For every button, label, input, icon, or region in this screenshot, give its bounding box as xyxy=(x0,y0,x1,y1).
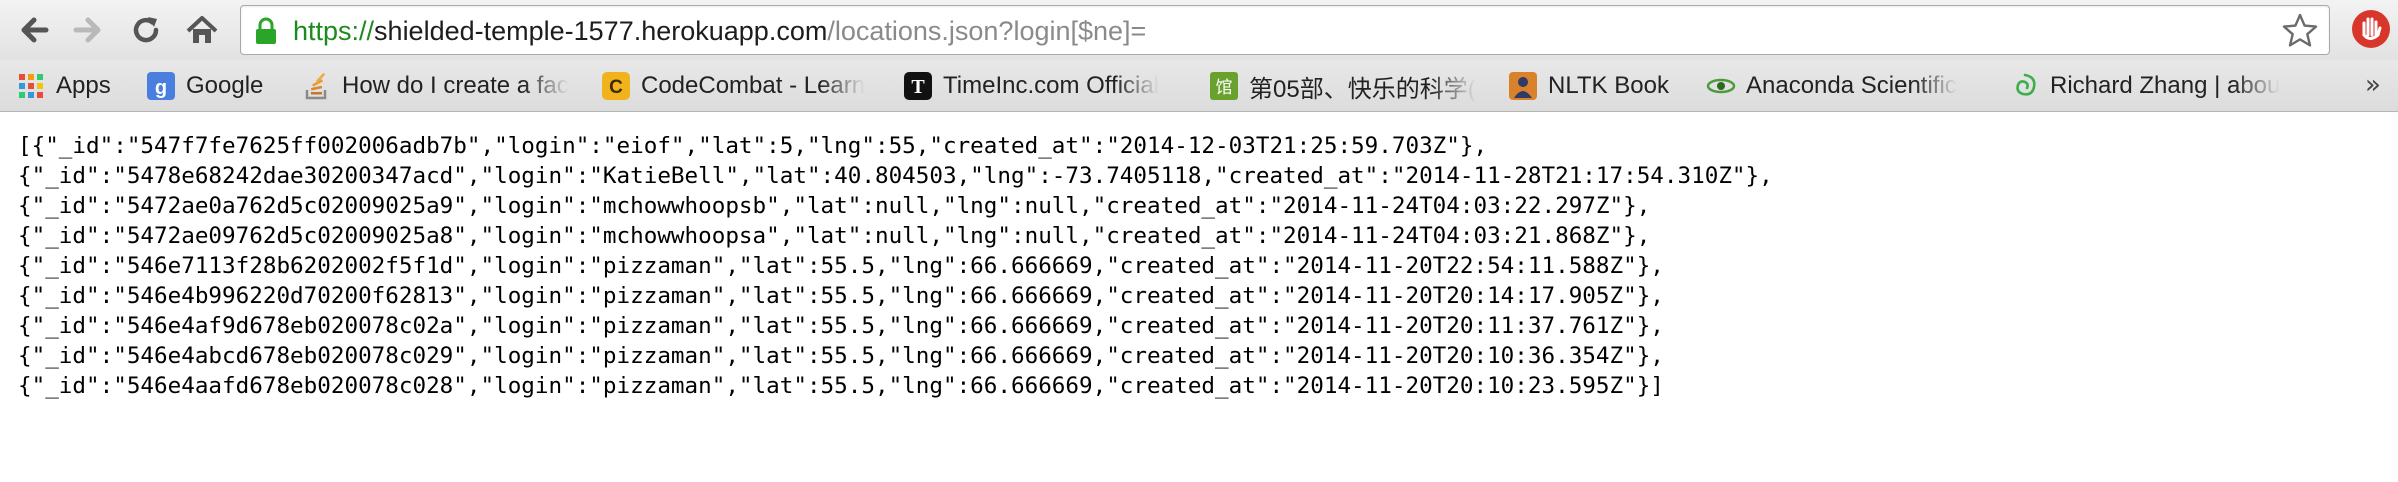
reload-button[interactable] xyxy=(126,10,166,50)
home-button[interactable] xyxy=(182,10,222,50)
json-line: {"_id":"546e4af9d678eb020078c02a","login… xyxy=(18,313,1664,339)
codecombat-icon: C xyxy=(601,71,631,101)
bookmark-timeinc[interactable]: T TimeInc.com Official xyxy=(903,70,1175,102)
home-icon xyxy=(186,16,218,43)
bookmark-label: CodeCombat - Learn xyxy=(641,72,866,99)
bookmark-star-icon[interactable] xyxy=(2281,12,2319,50)
url-host: shielded-temple-1577.herokuapp.com xyxy=(374,16,828,46)
apps-grid-icon xyxy=(16,71,46,101)
nltk-icon xyxy=(1508,71,1538,101)
bookmark-anaconda[interactable]: Anaconda Scientific xyxy=(1706,70,1982,102)
svg-text:馆: 馆 xyxy=(1216,78,1233,98)
bookmark-stackoverflow[interactable]: How do I create a fac xyxy=(302,70,574,102)
bookmark-label: How do I create a fac xyxy=(342,72,569,99)
lock-icon xyxy=(256,17,276,44)
json-line: {"_id":"5478e68242dae30200347acd","login… xyxy=(18,163,1773,189)
bookmark-label: 第05部、快乐的科学( xyxy=(1249,75,1476,103)
timeinc-icon: T xyxy=(903,71,933,101)
bookmark-label: NLTK Book xyxy=(1548,72,1669,99)
bookmark-label: Apps xyxy=(56,72,111,99)
json-line: {"_id":"546e4b996220d70200f62813","login… xyxy=(18,283,1664,309)
json-response: [{"_id":"547f7fe7625ff002006adb7b","logi… xyxy=(18,131,2398,482)
json-line: {"_id":"5472ae09762d5c02009025a8","login… xyxy=(18,223,1651,249)
bookmark-science[interactable]: 馆 第05部、快乐的科学( xyxy=(1209,70,1483,102)
back-arrow-icon xyxy=(21,17,49,43)
bookmark-label: TimeInc.com Official xyxy=(943,72,1160,99)
library-icon: 馆 xyxy=(1209,71,1239,101)
browser-toolbar: https://shielded-temple-1577.herokuapp.c… xyxy=(0,0,2398,60)
anaconda-icon xyxy=(1706,71,1736,101)
forward-arrow-icon xyxy=(73,17,101,43)
address-bar[interactable]: https://shielded-temple-1577.herokuapp.c… xyxy=(240,5,2330,55)
url-path: /locations.json?login[$ne]= xyxy=(827,16,1147,46)
url-scheme: https:// xyxy=(293,16,375,46)
swirl-icon xyxy=(2010,71,2040,101)
json-line: [{"_id":"547f7fe7625ff002006adb7b","logi… xyxy=(18,133,1488,159)
svg-text:T: T xyxy=(911,76,925,98)
back-button[interactable] xyxy=(14,10,54,50)
bookmark-label: Richard Zhang | abou xyxy=(2050,72,2281,99)
bookmark-richard-zhang[interactable]: Richard Zhang | abou xyxy=(2010,70,2310,102)
bookmark-label: Google xyxy=(186,72,264,99)
json-line: {"_id":"546e4abcd678eb020078c029","login… xyxy=(18,343,1664,369)
forward-button[interactable] xyxy=(68,10,108,50)
json-line: {"_id":"546e4aafd678eb020078c028","login… xyxy=(18,373,1664,399)
bookmark-google[interactable]: g Google xyxy=(146,70,296,102)
bookmarks-overflow-chevron-icon[interactable]: » xyxy=(2358,70,2388,100)
svg-text:C: C xyxy=(609,77,623,98)
google-icon: g xyxy=(146,71,176,101)
svg-text:g: g xyxy=(155,77,167,99)
reload-icon xyxy=(133,17,159,43)
stackoverflow-icon xyxy=(302,71,332,101)
bookmark-label: Anaconda Scientific xyxy=(1746,72,1957,99)
bookmarks-bar: Apps g Google How do I create a fac C Co… xyxy=(0,60,2398,112)
json-line: {"_id":"5472ae0a762d5c02009025a9","login… xyxy=(18,193,1651,219)
bookmark-nltk[interactable]: NLTK Book xyxy=(1508,70,1698,102)
json-line: {"_id":"546e7113f28b6202002f5f1d","login… xyxy=(18,253,1664,279)
bookmark-codecombat[interactable]: C CodeCombat - Learn xyxy=(601,70,877,102)
url-text[interactable]: https://shielded-temple-1577.herokuapp.c… xyxy=(293,15,1146,47)
bookmark-apps[interactable]: Apps xyxy=(16,70,126,102)
stop-hand-extension-icon[interactable] xyxy=(2350,8,2392,50)
